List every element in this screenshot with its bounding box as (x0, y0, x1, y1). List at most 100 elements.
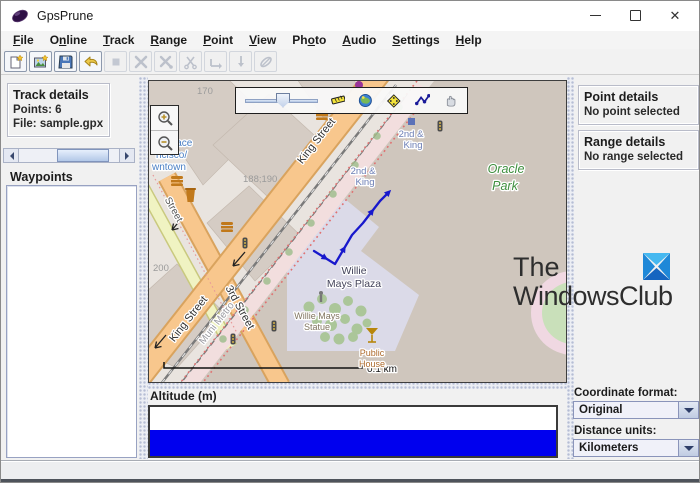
window-title: GpsPrune (37, 1, 93, 31)
distance-units-select[interactable]: Kilometers (573, 439, 699, 457)
drag-hand-icon[interactable] (443, 92, 458, 109)
cut-and-move-icon (183, 54, 199, 70)
track-file-name: File: sample.gpx (13, 118, 105, 130)
point-details-box: Point details No point selected (578, 85, 699, 125)
statue-label: Statue (304, 322, 330, 332)
menu-track[interactable]: Track (95, 33, 142, 47)
maximize-button[interactable] (615, 1, 655, 30)
map-control-bar (235, 87, 468, 114)
track-points-count: Points: 6 (13, 104, 105, 116)
waypoints-title: Waypoints (10, 170, 73, 184)
scroll-right-button[interactable] (119, 149, 134, 162)
autopan-icon[interactable] (386, 92, 402, 110)
map-background-icon[interactable] (358, 92, 373, 109)
point-details-title: Point details (584, 90, 694, 104)
track-details-box: Track details Points: 6 File: sample.gpx (7, 83, 110, 137)
slider-thumb[interactable] (276, 93, 290, 108)
pub-label: Public (360, 348, 385, 358)
save-file-button[interactable] (54, 51, 77, 72)
pub-label: House (359, 359, 385, 369)
distance-units-value: Kilometers (574, 440, 678, 456)
connect-media-icon (258, 54, 274, 70)
altitude-chart-title: Altitude (m) (150, 389, 217, 403)
hotel-label: wntown (151, 162, 186, 173)
map-canvas[interactable]: 0.1 km King Street King Street 3rd Stree… (148, 80, 567, 383)
connect-media-button (254, 51, 277, 72)
burger-icon (171, 176, 183, 186)
sew-segments-button (204, 51, 227, 72)
menu-help[interactable]: Help (448, 33, 490, 47)
left-panel-hscrollbar[interactable] (3, 148, 135, 163)
delete-point-button (129, 51, 152, 72)
menu-online[interactable]: Online (42, 33, 95, 47)
watermark-line2: WindowsClub (513, 282, 671, 310)
new-file-button[interactable] (4, 51, 27, 72)
minimize-button[interactable] (575, 1, 615, 30)
park-label: Oracle (488, 162, 525, 176)
housenumber-label: 170 (197, 86, 213, 97)
place-label: Willie (341, 265, 366, 277)
menu-view[interactable]: View (241, 33, 284, 47)
menu-settings[interactable]: Settings (384, 33, 447, 47)
undo-icon (83, 54, 99, 70)
chevron-down-icon[interactable] (678, 402, 698, 418)
point-details-status: No point selected (584, 106, 694, 118)
coordinate-format-select[interactable]: Original (573, 401, 699, 419)
window-bottom-edge (1, 479, 699, 483)
app-icon (11, 7, 29, 25)
edit-point-button (104, 51, 127, 72)
close-button[interactable]: ✕ (655, 1, 695, 30)
scrollbar-track[interactable] (19, 149, 119, 162)
housenumber-label: 200 (153, 263, 169, 274)
scalebar-toggle-icon[interactable] (331, 92, 346, 109)
park-label: Park (492, 179, 518, 193)
menu-audio[interactable]: Audio (334, 33, 384, 47)
create-point-button (229, 51, 252, 72)
altitude-chart[interactable] (148, 405, 558, 458)
open-file-icon (33, 54, 49, 70)
coordinate-format-label: Coordinate format: (574, 387, 678, 399)
gpsprune-window: GpsPrune ✕ FileOnlineTrackRangePointView… (0, 0, 700, 483)
titlebar: GpsPrune ✕ (1, 1, 699, 32)
splitpane-divider-left[interactable] (139, 77, 148, 459)
zoom-in-button[interactable] (151, 106, 178, 130)
delete-range-icon (158, 54, 174, 70)
range-details-box: Range details No range selected (578, 130, 699, 170)
altitude-profile-area (150, 430, 556, 456)
menu-point[interactable]: Point (195, 33, 241, 47)
delete-range-button (154, 51, 177, 72)
splitpane-divider-bottom[interactable] (148, 382, 567, 389)
connect-track-points-icon[interactable] (415, 92, 431, 109)
scrollbar-thumb[interactable] (57, 149, 109, 162)
stop-label: 2nd & (351, 166, 376, 177)
map-zoom-controls (150, 105, 179, 155)
delete-point-icon (133, 54, 149, 70)
stop-label: 2nd & (399, 129, 424, 140)
create-point-icon (233, 54, 249, 70)
menu-photo[interactable]: Photo (284, 33, 334, 47)
menu-range[interactable]: Range (142, 33, 195, 47)
watermark-line1: The (513, 252, 560, 282)
burger-icon (221, 222, 233, 232)
scroll-left-button[interactable] (4, 149, 19, 162)
windowsclub-logo-icon (642, 252, 671, 281)
stop-label: King (403, 140, 422, 151)
range-details-title: Range details (584, 135, 694, 149)
chevron-down-icon[interactable] (678, 440, 698, 456)
sew-segments-icon (208, 54, 224, 70)
menubar: FileOnlineTrackRangePointViewPhotoAudioS… (1, 31, 699, 49)
waypoints-list[interactable] (6, 185, 137, 458)
statue-label: Willie Mays (294, 311, 340, 321)
range-details-status: No range selected (584, 151, 694, 163)
open-file-button[interactable] (29, 51, 52, 72)
track-details-title: Track details (13, 88, 105, 102)
status-bar (1, 460, 699, 480)
zoom-out-button[interactable] (151, 130, 178, 154)
undo-button[interactable] (79, 51, 102, 72)
map-transparency-slider[interactable] (245, 92, 318, 110)
new-file-icon (8, 54, 24, 70)
save-file-icon (58, 54, 74, 70)
station-marker (408, 118, 415, 125)
menu-file[interactable]: File (5, 33, 42, 47)
watermark: The WindowsClub (513, 252, 671, 310)
